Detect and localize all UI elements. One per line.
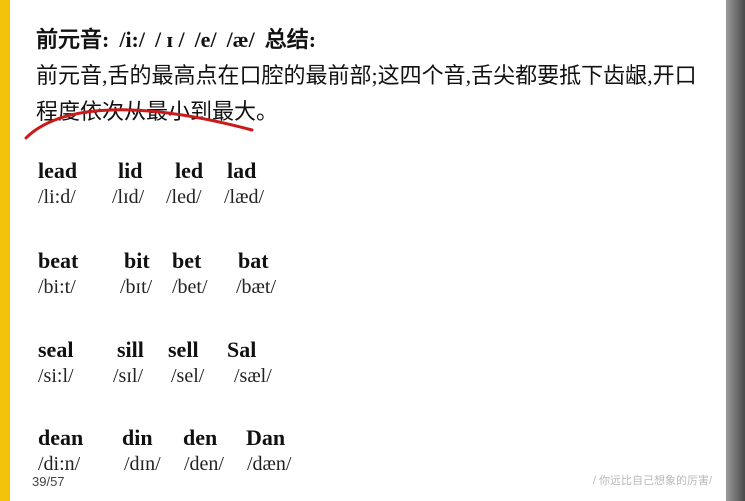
word: sell xyxy=(168,337,199,362)
word: Sal xyxy=(227,337,257,362)
word: seal xyxy=(38,337,74,362)
ipa-transcription: /dæn/ xyxy=(247,453,292,475)
ipa-transcription: /sæl/ xyxy=(234,365,272,387)
ipa-transcription: /li:d/ xyxy=(38,186,76,208)
word: Dan xyxy=(246,425,286,450)
ipa-transcription: /sɪl/ xyxy=(113,365,144,387)
ipa-transcription: /led/ xyxy=(166,186,202,208)
ipa-transcription: /dɪn/ xyxy=(124,453,161,475)
ipa-transcription: /di:n/ xyxy=(38,453,81,475)
ipa-transcription: /sel/ xyxy=(171,365,205,387)
word: den xyxy=(183,425,218,450)
title-part: /æ/ xyxy=(226,27,255,52)
word: dean xyxy=(38,425,84,450)
ipa-transcription: /lɪd/ xyxy=(112,186,145,208)
word: lid xyxy=(118,158,143,183)
title-part: /i:/ xyxy=(119,27,145,52)
word: bat xyxy=(238,248,269,273)
ipa-transcription: /læd/ xyxy=(224,186,265,208)
ipa-transcription: /den/ xyxy=(184,453,224,475)
watermark: / 你远比自己想象的厉害/ xyxy=(592,475,712,487)
word: bet xyxy=(172,248,202,273)
word: bit xyxy=(124,248,150,273)
ipa-transcription: /bet/ xyxy=(172,276,208,298)
page-counter: 39/57 xyxy=(32,474,65,489)
ipa-transcription: /bɪt/ xyxy=(120,276,153,298)
slide: 前元音:/i:// ɪ //e//æ/总结: 前元音,舌的最高点在口腔的最前部;… xyxy=(10,0,726,501)
word: din xyxy=(122,425,153,450)
title-part: /e/ xyxy=(194,27,217,52)
red-pen-stroke-icon xyxy=(24,108,254,140)
ipa-transcription: /bæt/ xyxy=(236,276,277,298)
ipa-transcription: /bi:t/ xyxy=(38,276,76,298)
slide-title: 前元音: /i:/ / ɪ / /e/ /æ/总结: xyxy=(36,22,326,54)
word: lad xyxy=(227,158,257,183)
title-part: 总结: xyxy=(264,27,317,52)
slide-edge xyxy=(726,0,745,501)
ipa-transcription: /si:l/ xyxy=(38,365,74,387)
title-part: / ɪ / xyxy=(155,27,185,52)
word: lead xyxy=(38,158,78,183)
word: sill xyxy=(117,337,144,362)
title-part: 前元音: xyxy=(36,27,110,52)
word: led xyxy=(175,158,204,183)
word: beat xyxy=(38,248,79,273)
